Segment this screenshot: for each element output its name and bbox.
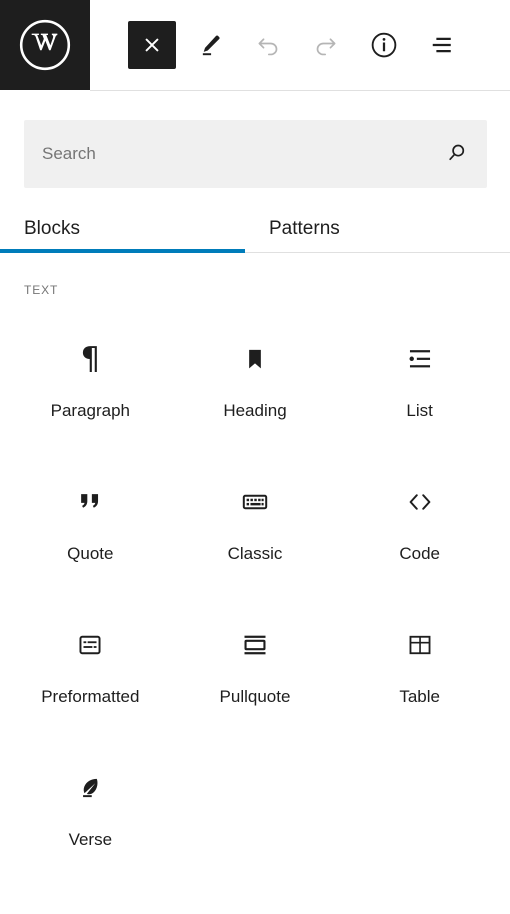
header-bottom-border [90,90,510,91]
block-label: Preformatted [41,687,140,706]
list-view-button[interactable] [418,21,466,69]
tab-blocks-label: Blocks [24,218,80,239]
header-toolbar [90,0,466,90]
editor-header [0,0,510,91]
block-label: Code [399,544,440,563]
edit-mode-button[interactable] [186,21,234,69]
block-type-grid: ¶ Paragraph Heading List Quote Classic C… [0,297,510,891]
block-label: List [406,401,433,420]
block-label: Paragraph [50,401,131,420]
list-bullets-icon [402,341,438,377]
heading-bookmark-icon [237,341,273,377]
tab-patterns[interactable]: Patterns [245,205,490,253]
block-item-classic[interactable]: Classic [173,462,338,605]
search-magnifier-icon [445,141,469,168]
block-label: Heading [223,401,287,420]
undo-button[interactable] [244,21,292,69]
block-item-verse[interactable]: Verse [8,748,173,891]
block-item-preformatted[interactable]: Preformatted [8,605,173,748]
preformatted-box-icon [72,627,108,663]
block-item-quote[interactable]: Quote [8,462,173,605]
pullquote-box-icon [237,627,273,663]
block-label: Classic [227,544,283,563]
inserter-tabs: Blocks Patterns [0,205,510,253]
close-x-icon [141,34,163,56]
quote-marks-icon [72,484,108,520]
search-section [0,91,510,188]
wordpress-logo-icon [17,17,73,73]
redo-button[interactable] [302,21,350,69]
block-item-list[interactable]: List [337,319,502,462]
search-submit-button[interactable] [439,136,475,172]
table-grid-icon [402,627,438,663]
classic-keyboard-icon [237,484,273,520]
block-item-table[interactable]: Table [337,605,502,748]
tab-blocks[interactable]: Blocks [0,205,245,253]
verse-feather-icon [72,770,108,806]
block-item-code[interactable]: Code [337,462,502,605]
wordpress-logo-button[interactable] [0,0,90,90]
block-item-heading[interactable]: Heading [173,319,338,462]
block-item-paragraph[interactable]: ¶ Paragraph [8,319,173,462]
search-field[interactable] [24,120,487,188]
category-title-text: TEXT [24,283,59,297]
code-brackets-icon [402,484,438,520]
block-item-pullquote[interactable]: Pullquote [173,605,338,748]
details-button[interactable] [360,21,408,69]
block-label: Quote [67,544,114,563]
paragraph-pilcrow-icon: ¶ [80,340,101,377]
search-input[interactable] [24,120,487,188]
close-inserter-button[interactable] [128,21,176,69]
block-label: Table [399,687,440,706]
block-label: Verse [68,830,113,849]
undo-arrow-icon [254,31,282,59]
redo-arrow-icon [312,31,340,59]
block-label: Pullquote [219,687,291,706]
pencil-edit-icon [197,32,223,58]
info-circle-icon [369,30,399,60]
tab-patterns-label: Patterns [269,218,340,239]
list-view-icon [427,30,457,60]
